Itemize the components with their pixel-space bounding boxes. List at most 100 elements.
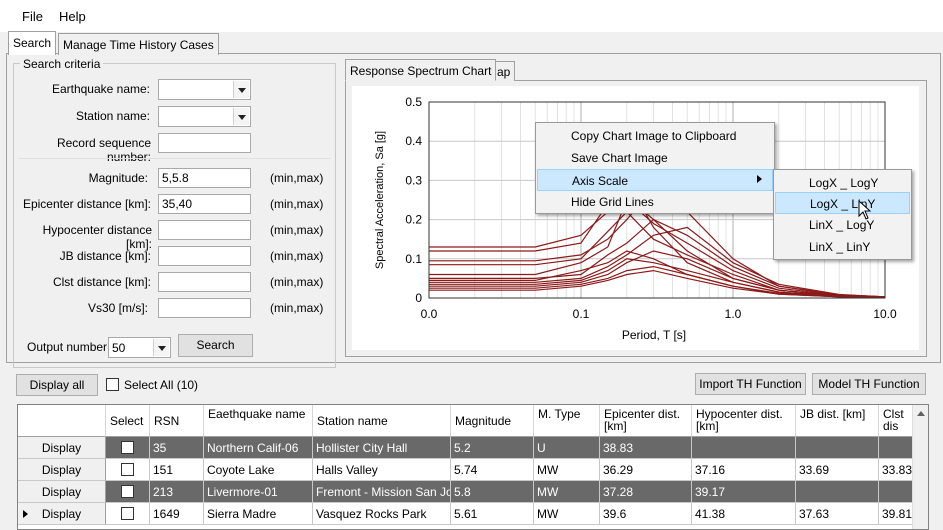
column-header-m-type[interactable]: M. Type xyxy=(534,405,600,437)
cell-jb-dist xyxy=(796,437,879,459)
display-row-button[interactable]: Display xyxy=(18,503,106,525)
output-number-value: 50 xyxy=(112,341,126,355)
row-select-checkbox[interactable] xyxy=(121,441,134,454)
cell-epicenter: 37.28 xyxy=(600,481,692,503)
cell-station: Hollister City Hall xyxy=(313,437,451,459)
menu-copy-chart-image[interactable]: Copy Chart Image to Clipboard xyxy=(537,125,773,147)
select-all-checkbox[interactable] xyxy=(106,378,119,391)
earthquake-name-combo[interactable] xyxy=(158,79,251,100)
tab-response-spectrum-chart[interactable]: Response Spectrum Chart xyxy=(345,59,497,81)
table-row[interactable]: Display 213 Livermore-01 Fremont - Mission … xyxy=(18,481,919,503)
display-row-button[interactable]: Display xyxy=(18,459,106,481)
menu-logx-liny[interactable]: LogX _ LinY xyxy=(775,192,910,214)
cell-rsn: 151 xyxy=(150,459,204,481)
vs30-unit: (min,max) xyxy=(270,301,324,315)
vs30-input[interactable] xyxy=(158,298,251,318)
y-tick-label: 0.3 xyxy=(405,173,422,187)
tab-search[interactable]: Search xyxy=(8,31,57,55)
chevron-right-icon xyxy=(757,175,762,183)
menu-hide-grid-lines[interactable]: Hide Grid Lines xyxy=(537,191,773,213)
cell-select[interactable] xyxy=(106,437,150,459)
column-header-magnitude[interactable]: Magnitude xyxy=(451,405,534,437)
cell-earthquake: Coyote Lake xyxy=(204,459,313,481)
cell-earthquake: Sierra Madre xyxy=(204,503,313,525)
display-all-button[interactable]: Display all xyxy=(16,374,98,396)
chevron-down-icon[interactable] xyxy=(233,108,249,125)
cell-jb-dist: 37.63 xyxy=(796,503,879,525)
clst-distance-input[interactable] xyxy=(158,272,251,292)
search-button[interactable]: Search xyxy=(178,334,253,357)
column-header-jb-dist[interactable]: JB dist. [km] xyxy=(796,405,879,437)
cell-select[interactable] xyxy=(106,503,150,525)
cell-earthquake: Northern Calif-06 xyxy=(204,437,313,459)
cell-m-type: MW xyxy=(534,481,600,503)
menu-save-chart-image[interactable]: Save Chart Image xyxy=(537,147,773,169)
menu-axis-scale[interactable]: Axis Scale xyxy=(537,169,773,191)
x-tick-label: 1.0 xyxy=(725,307,742,321)
y-tick-label: 0.1 xyxy=(405,252,422,266)
magnitude-input[interactable]: 5,5.8 xyxy=(158,168,251,188)
row-select-checkbox[interactable] xyxy=(121,507,134,520)
records-grid[interactable]: Select RSN Eaethquake name Station name … xyxy=(17,404,929,530)
cell-m-type: MW xyxy=(534,503,600,525)
menu-file[interactable]: File xyxy=(22,9,43,24)
grid-vertical-scrollbar[interactable] xyxy=(912,405,928,529)
column-header-select[interactable]: Select xyxy=(106,405,150,437)
cell-station: Fremont - Mission San Jose xyxy=(313,481,451,503)
row-select-checkbox[interactable] xyxy=(121,485,134,498)
y-tick-label: 0.2 xyxy=(405,213,422,227)
column-header-epicenter[interactable]: Epicenter dist. [km] xyxy=(600,405,692,437)
magnitude-label: Magnitude: xyxy=(88,171,148,185)
chevron-down-icon[interactable] xyxy=(153,339,169,356)
clst-distance-unit: (min,max) xyxy=(270,275,324,289)
model-th-function-button[interactable]: Model TH Function xyxy=(812,373,926,395)
x-tick-label: 10.0 xyxy=(873,307,897,321)
cell-rsn: 1649 xyxy=(150,503,204,525)
column-header-rsn[interactable]: RSN xyxy=(150,405,204,437)
cell-jb-dist xyxy=(796,481,879,503)
row-select-checkbox[interactable] xyxy=(121,463,134,476)
column-header-station-name[interactable]: Station name xyxy=(313,405,451,437)
earthquake-name-label: Earthquake name: xyxy=(51,82,150,96)
scroll-up-icon[interactable] xyxy=(917,411,925,416)
cell-hypocenter: 41.38 xyxy=(692,503,796,525)
x-axis-label: Period, T [s] xyxy=(622,328,686,342)
epicenter-label: Epicenter distance [km]: xyxy=(22,197,151,211)
magnitude-unit: (min,max) xyxy=(270,171,324,185)
rsn-input[interactable] xyxy=(158,133,251,153)
chevron-down-icon[interactable] xyxy=(233,81,249,98)
menu-logx-logy[interactable]: LogX _ LogY xyxy=(775,172,910,194)
select-all-label: Select All (10) xyxy=(124,378,199,392)
axis-scale-submenu: LogX _ LogY LogX _ LinY LinX _ LogY LinX… xyxy=(773,169,912,260)
import-th-function-button[interactable]: Import TH Function xyxy=(695,373,806,395)
station-name-combo[interactable] xyxy=(158,106,251,127)
cell-select[interactable] xyxy=(106,459,150,481)
column-header-hypocenter[interactable]: Hypocenter dist. [km] xyxy=(692,405,796,437)
cell-epicenter: 39.6 xyxy=(600,503,692,525)
hypocenter-unit: (min,max) xyxy=(270,223,324,237)
menu-linx-liny[interactable]: LinX _ LinY xyxy=(775,236,910,258)
menu-linx-logy[interactable]: LinX _ LogY xyxy=(775,214,910,236)
clst-distance-label: Clst distance [km]: xyxy=(52,275,151,289)
cell-magnitude: 5.2 xyxy=(451,437,534,459)
epicenter-input[interactable]: 35,40 xyxy=(158,194,251,214)
cell-epicenter: 38.83 xyxy=(600,437,692,459)
table-row[interactable]: Display 1649 Sierra Madre Vasquez Rocks Par… xyxy=(18,503,919,525)
menu-help[interactable]: Help xyxy=(59,9,86,24)
current-row-arrow-icon xyxy=(23,510,28,518)
tab-manage-time-history[interactable]: Manage Time History Cases xyxy=(58,33,219,55)
table-row[interactable]: Display 35 Northern Calif-06 Hollister City… xyxy=(18,437,919,459)
table-row[interactable]: Display 151 Coyote Lake Halls Valley 5.74 MW 3… xyxy=(18,459,919,481)
cell-m-type: U xyxy=(534,437,600,459)
cell-select[interactable] xyxy=(106,481,150,503)
jb-distance-input[interactable] xyxy=(158,246,251,266)
hypocenter-input[interactable] xyxy=(158,220,251,240)
display-row-button[interactable]: Display xyxy=(18,437,106,459)
x-tick-label: 0.0 xyxy=(421,307,438,321)
y-axis-label: Spectral Acceleration, Sa [g] xyxy=(374,131,386,269)
y-tick-label: 0 xyxy=(415,291,422,305)
display-row-button[interactable]: Display xyxy=(18,481,106,503)
output-number-combo[interactable]: 50 xyxy=(108,337,171,358)
cell-magnitude: 5.61 xyxy=(451,503,534,525)
column-header-earthquake-name[interactable]: Eaethquake name xyxy=(204,405,313,437)
